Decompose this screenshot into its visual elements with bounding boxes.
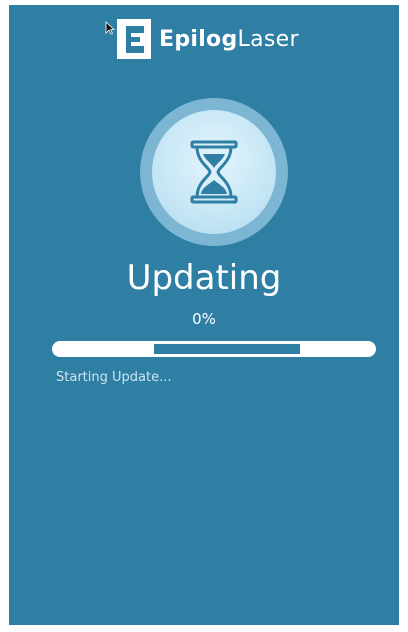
brand-name-light: Laser [237,26,299,52]
status-icon-ring [140,98,288,246]
progress-indicator [154,344,300,354]
update-screen: EpilogLaser Updating 0% Starting Update.… [9,5,399,625]
epilog-e-logo-icon [117,19,151,59]
hourglass-icon [190,140,238,204]
update-title: Updating [126,258,282,298]
status-icon-disc [152,110,276,234]
progress-track [52,341,376,357]
brand-name: EpilogLaser [159,27,299,52]
epilog-laser-logo: EpilogLaser [117,19,299,59]
progress-percent: 0% [192,310,216,328]
mouse-cursor-icon [105,21,115,35]
status-message: Starting Update... [56,370,172,385]
brand-name-bold: Epilog [159,26,238,52]
